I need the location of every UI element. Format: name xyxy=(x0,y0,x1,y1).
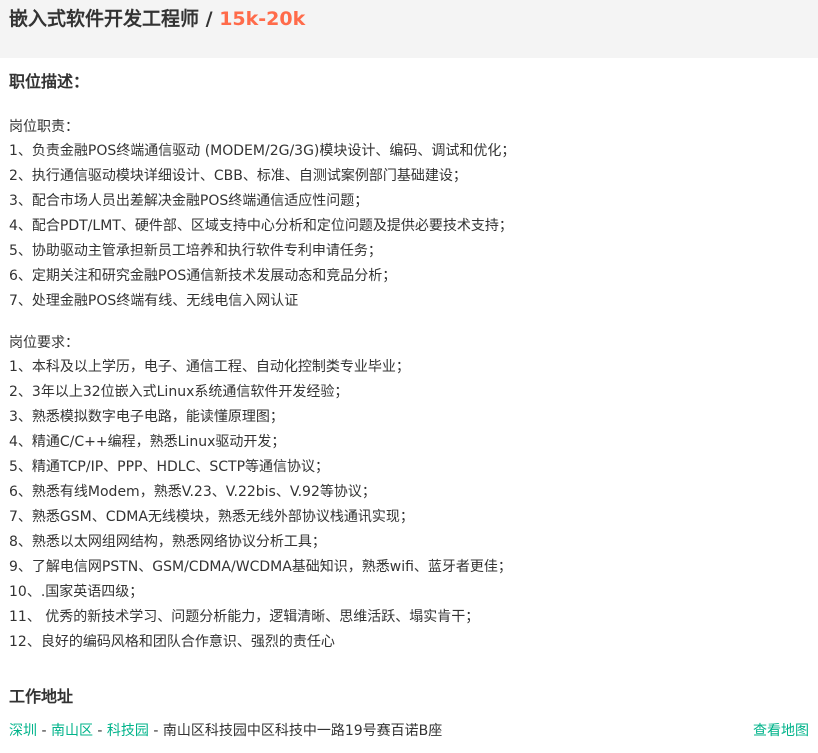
salary-range: 15k-20k xyxy=(219,8,306,30)
city-link[interactable]: 深圳 xyxy=(9,723,37,739)
address-separator: - xyxy=(148,723,163,739)
list-item: 6、熟悉有线Modem，熟悉V.23、V.22bis、V.92等协议； xyxy=(9,484,376,500)
district-link[interactable]: 南山区 xyxy=(51,723,93,739)
list-item: 11、 优秀的新技术学习、问题分析能力，逻辑清晰、思维活跃、塌实肯干； xyxy=(9,609,480,625)
list-item: 3、熟悉模拟数字电子电路，能读懂原理图； xyxy=(9,409,284,425)
list-item: 2、3年以上32位嵌入式Linux系统通信软件开发经验； xyxy=(9,384,349,400)
address-detail: 南山区科技园中区科技中一路19号赛百诺B座 xyxy=(162,723,443,739)
list-item: 10、.国家英语四级； xyxy=(9,584,144,600)
area-link[interactable]: 科技园 xyxy=(107,723,149,739)
list-item: 3、配合市场人员出差解决金融POS终端通信适应性问题； xyxy=(9,193,369,209)
list-item: 8、熟悉以太网组网结构，熟悉网络协议分析工具； xyxy=(9,534,326,550)
title-separator: / xyxy=(199,8,220,30)
list-item: 2、执行通信驱动模块详细设计、CBB、标准、自测试案例部门基础建设； xyxy=(9,168,467,184)
list-item: 1、本科及以上学历，电子、通信工程、自动化控制类专业毕业； xyxy=(9,359,410,375)
list-item: 12、良好的编码风格和团队合作意识、强烈的责任心 xyxy=(9,634,335,650)
address-separator: - xyxy=(37,723,51,739)
list-item: 4、精通C/C++编程，熟悉Linux驱动开发； xyxy=(9,434,286,450)
work-address-heading: 工作地址 xyxy=(9,687,74,706)
job-header: 嵌入式软件开发工程师 / 15k-20k xyxy=(0,0,818,58)
address-separator: - xyxy=(92,723,107,739)
list-item: 1、负责金融POS终端通信驱动 (MODEM/2G/3G)模块设计、编码、调试和… xyxy=(9,143,516,159)
work-address: 深圳 - 南山区 - 科技园 - 南山区科技园中区科技中一路19号赛百诺B座 xyxy=(9,719,442,743)
job-title: 嵌入式软件开发工程师 / 15k-20k xyxy=(9,4,305,31)
list-item: 6、定期关注和研究金融POS通信新技术发展动态和竞品分析； xyxy=(9,268,397,284)
view-map-link[interactable]: 查看地图 xyxy=(753,719,809,743)
list-item: 5、精通TCP/IP、PPP、HDLC、SCTP等通信协议； xyxy=(9,459,330,475)
job-name: 嵌入式软件开发工程师 xyxy=(9,8,200,30)
duties-label: 岗位职责： xyxy=(9,119,79,135)
requirements-list: 1、本科及以上学历，电子、通信工程、自动化控制类专业毕业； 2、3年以上32位嵌… xyxy=(9,355,809,655)
list-item: 5、协助驱动主管承担新员工培养和执行软件专利申请任务； xyxy=(9,243,382,259)
list-item: 9、了解电信网PSTN、GSM/CDMA/WCDMA基础知识，熟悉wifi、蓝牙… xyxy=(9,559,512,575)
list-item: 7、处理金融POS终端有线、无线电信入网认证 xyxy=(9,293,299,309)
list-item: 7、熟悉GSM、CDMA无线模块，熟悉无线外部协议栈通讯实现； xyxy=(9,509,414,525)
duties-list: 1、负责金融POS终端通信驱动 (MODEM/2G/3G)模块设计、编码、调试和… xyxy=(9,139,809,314)
description-heading: 职位描述： xyxy=(9,72,90,91)
requirements-label: 岗位要求： xyxy=(9,335,79,351)
list-item: 4、配合PDT/LMT、硬件部、区域支持中心分析和定位问题及提供必要技术支持； xyxy=(9,218,513,234)
